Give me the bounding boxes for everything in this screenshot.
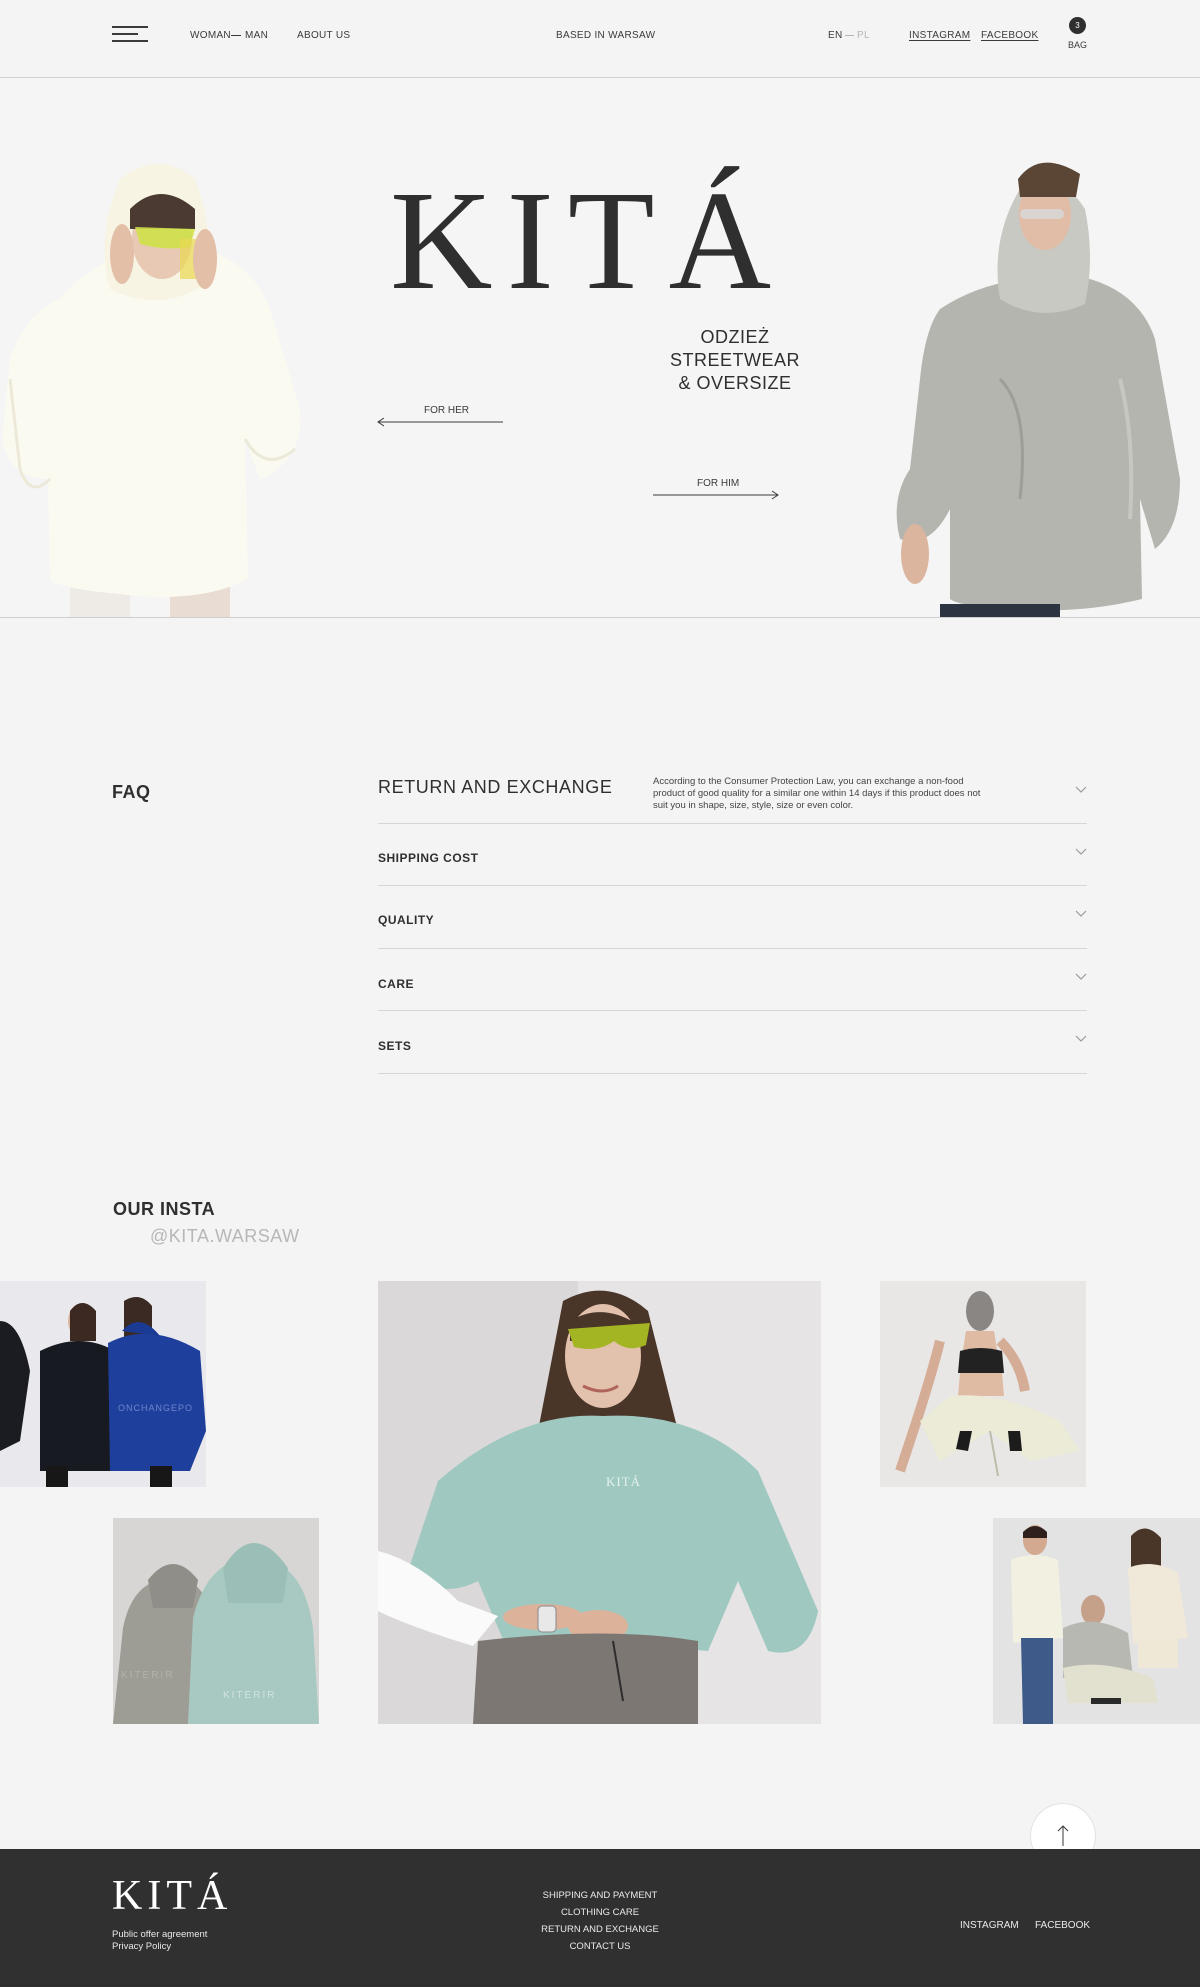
faq-answer: According to the Consumer Protection Law… [653,776,981,811]
for-him-link[interactable]: FOR HIM [653,478,779,500]
site-footer: KITÁ Public offer agreement Privacy Poli… [0,1849,1200,1987]
for-him-label: FOR HIM [697,478,740,489]
footer-link-shipping[interactable]: SHIPPING AND PAYMENT [500,1890,700,1901]
faq-item-return[interactable]: RETURN AND EXCHANGE According to the Con… [378,765,1087,824]
menu-icon[interactable] [112,26,148,42]
chevron-down-icon [1075,973,1087,980]
nav-man-link[interactable]: MAN [245,30,268,41]
svg-text:KITERIR: KITERIR [121,1670,174,1681]
arrow-left-icon [377,417,503,427]
for-her-link[interactable]: FOR HER [377,405,503,427]
site-header: WOMAN MAN ABOUT US BASED IN WARSAW EN PL… [0,0,1200,78]
svg-text:KITERIR: KITERIR [223,1690,276,1701]
bag-label[interactable]: BAG [1068,40,1087,50]
footer-link-care[interactable]: CLOTHING CARE [500,1907,700,1918]
nav-about-link[interactable]: ABOUT US [297,30,350,41]
insta-photo-1[interactable]: ONCHANGEPO [0,1281,206,1487]
faq-item-care[interactable]: CARE [378,949,1087,1011]
faq-item-shipping[interactable]: SHIPPING COST [378,824,1087,886]
faq-question: SETS [378,1039,412,1053]
nav-woman-link[interactable]: WOMAN [190,30,231,41]
insta-photo-2[interactable]: KITERIR KITERIR [113,1518,319,1724]
faq-question: QUALITY [378,913,435,927]
faq-question: RETURN AND EXCHANGE [378,777,613,797]
faq-item-sets[interactable]: SETS [378,1011,1087,1074]
faq-question: CARE [378,977,415,991]
footer-instagram-link[interactable]: INSTAGRAM [960,1920,1019,1931]
chevron-down-icon [1075,786,1087,793]
insta-photo-3[interactable]: KITÁ [378,1281,821,1724]
chevron-down-icon [1075,1035,1087,1042]
svg-text:ONCHANGEPO: ONCHANGEPO [118,1403,193,1413]
hero-brand-logo: KITÁ [390,161,786,319]
hero-woman-image [2,164,301,617]
insta-handle-link[interactable]: @KITA.WARSAW [150,1226,300,1247]
footer-brand-logo[interactable]: KITÁ [112,1875,232,1917]
insta-photo-4[interactable] [880,1281,1086,1487]
faq-item-quality[interactable]: QUALITY [378,886,1087,949]
tagline-line-3: & OVERSIZE [678,373,792,393]
nav-separator [231,35,241,36]
footer-facebook-link[interactable]: FACEBOOK [1035,1920,1090,1931]
header-facebook-link[interactable]: FACEBOOK [981,30,1038,41]
hero-section: KITÁ ODZIEŻ STREETWEAR & OVERSIZE FOR HE… [0,79,1200,618]
footer-link-return[interactable]: RETURN AND EXCHANGE [500,1924,700,1935]
bag-count-badge[interactable]: 3 [1069,17,1086,34]
header-instagram-link[interactable]: INSTAGRAM [909,30,970,41]
for-her-label: FOR HER [424,405,469,416]
insta-title: OUR INSTA [113,1199,216,1219]
arrow-right-icon [653,490,779,500]
tagline-line-1: ODZIEŻ [700,327,770,347]
public-offer-link[interactable]: Public offer agreement [112,1929,207,1940]
faq-title: FAQ [112,782,151,802]
chevron-down-icon [1075,910,1087,917]
hero-tagline: ODZIEŻ STREETWEAR & OVERSIZE [660,326,810,395]
footer-link-contact[interactable]: CONTACT US [500,1941,700,1952]
svg-text:KITÁ: KITÁ [606,1474,641,1489]
insta-photo-5[interactable] [993,1518,1200,1724]
faq-question: SHIPPING COST [378,851,479,865]
tagline-line-2: STREETWEAR [669,350,800,370]
location-text: BASED IN WARSAW [556,30,656,41]
chevron-down-icon [1075,848,1087,855]
lang-en-link[interactable]: EN [828,30,843,41]
privacy-policy-link[interactable]: Privacy Policy [112,1941,171,1952]
lang-separator [845,35,854,36]
hero-man-image [896,162,1180,617]
lang-pl-link[interactable]: PL [857,30,870,41]
